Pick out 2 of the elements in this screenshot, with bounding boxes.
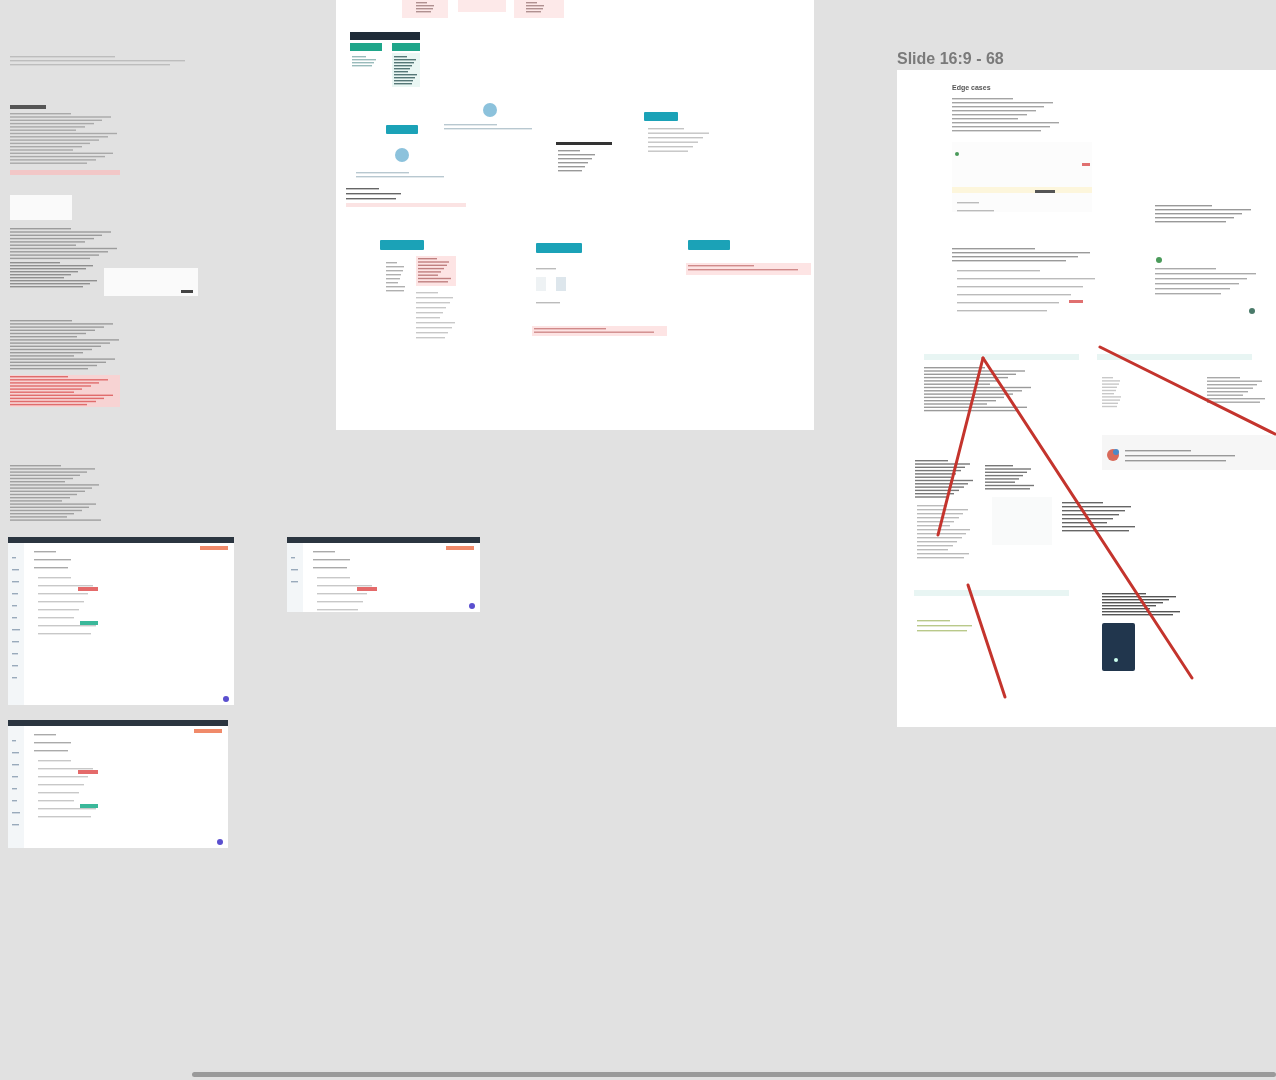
frame-label[interactable]: Slide 16:9 - 68	[897, 50, 1004, 68]
horizontal-scrollbar[interactable]	[192, 1072, 1276, 1077]
